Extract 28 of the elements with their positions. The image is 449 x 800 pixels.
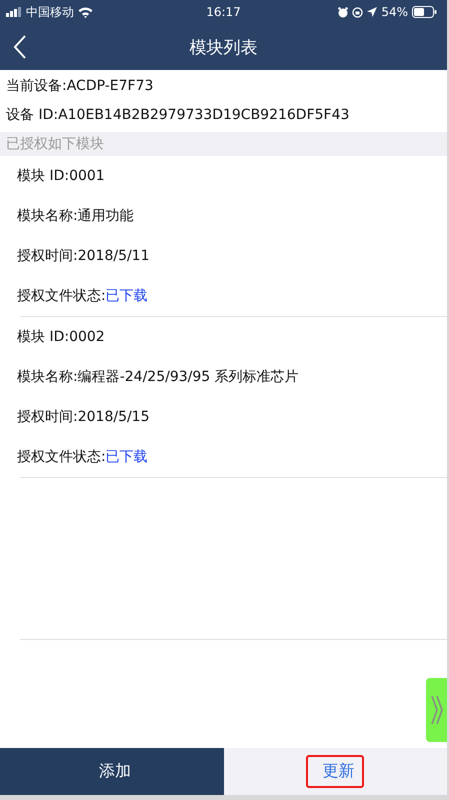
wifi-icon	[78, 6, 93, 18]
file-status-label: 授权文件状态:	[17, 448, 106, 466]
device-id: 设备 ID:A10EB14B2B2979733D19CB9216DF5F43	[6, 106, 350, 125]
bottom-button[interactable]: 添加	[82, 755, 141, 788]
file-status-label: 授权文件状态:	[17, 287, 106, 305]
side-drawer-handle[interactable]	[426, 678, 447, 742]
alarm-icon	[338, 6, 348, 18]
module-id: 模块 ID:0002	[17, 328, 105, 346]
bottom-button[interactable]: 更新	[306, 755, 364, 788]
auth-time: 授权时间:2018/5/15	[17, 408, 150, 426]
section-header: 已授权如下模块	[0, 132, 447, 156]
module-name: 模块名称:通用功能	[17, 207, 134, 225]
file-status: 已下载	[106, 448, 148, 466]
module-id: 模块 ID:0001	[17, 167, 105, 185]
battery-icon	[412, 6, 437, 18]
current-device: 当前设备:ACDP-E7F73	[6, 77, 154, 96]
double-chevron-icon	[430, 694, 442, 726]
lock-rotation-icon	[352, 6, 364, 18]
file-status: 已下载	[106, 287, 148, 305]
auth-time: 授权时间:2018/5/11	[17, 247, 150, 265]
back-icon[interactable]	[13, 35, 27, 59]
battery-percent: 54%	[381, 5, 408, 19]
location-icon	[367, 7, 378, 17]
status-time: 16:17	[206, 5, 241, 19]
signal-icon	[6, 7, 22, 17]
page-title: 模块列表	[190, 36, 258, 58]
module-name: 模块名称:编程器-24/25/93/95 系列标准芯片	[17, 368, 299, 386]
carrier-name: 中国移动	[26, 4, 74, 20]
